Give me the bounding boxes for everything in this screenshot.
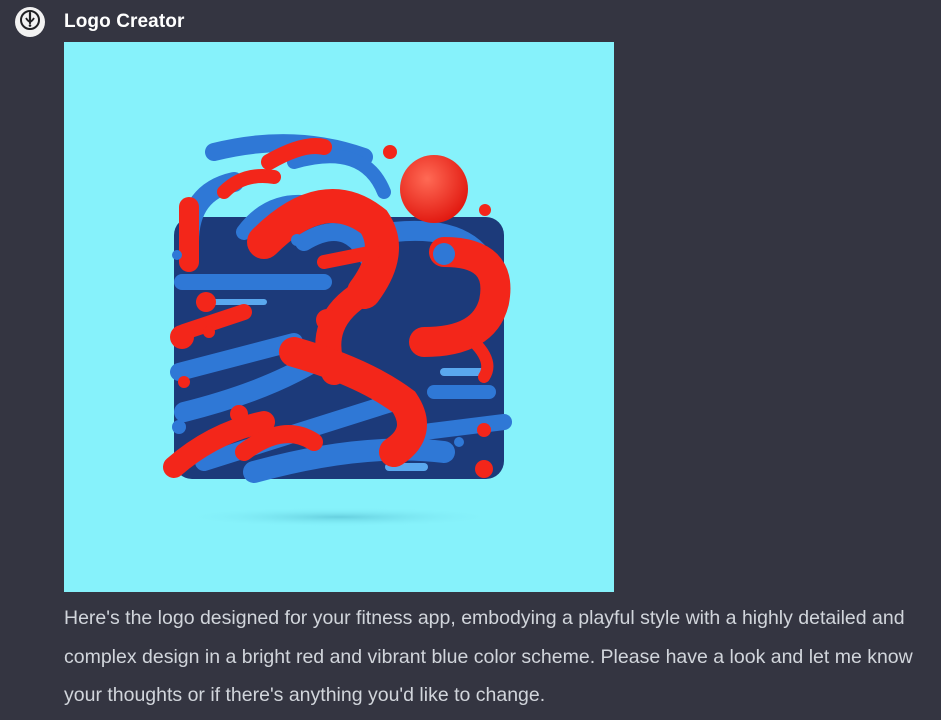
- message-header: Logo Creator: [15, 7, 184, 37]
- abstract-runner-logo: [163, 134, 512, 527]
- assistant-message-text: Here's the logo designed for your fitnes…: [64, 607, 913, 706]
- logo-creator-icon: [19, 9, 41, 36]
- assistant-name: Logo Creator: [64, 11, 185, 32]
- assistant-avatar: [15, 7, 45, 37]
- generated-logo-image[interactable]: [64, 42, 614, 592]
